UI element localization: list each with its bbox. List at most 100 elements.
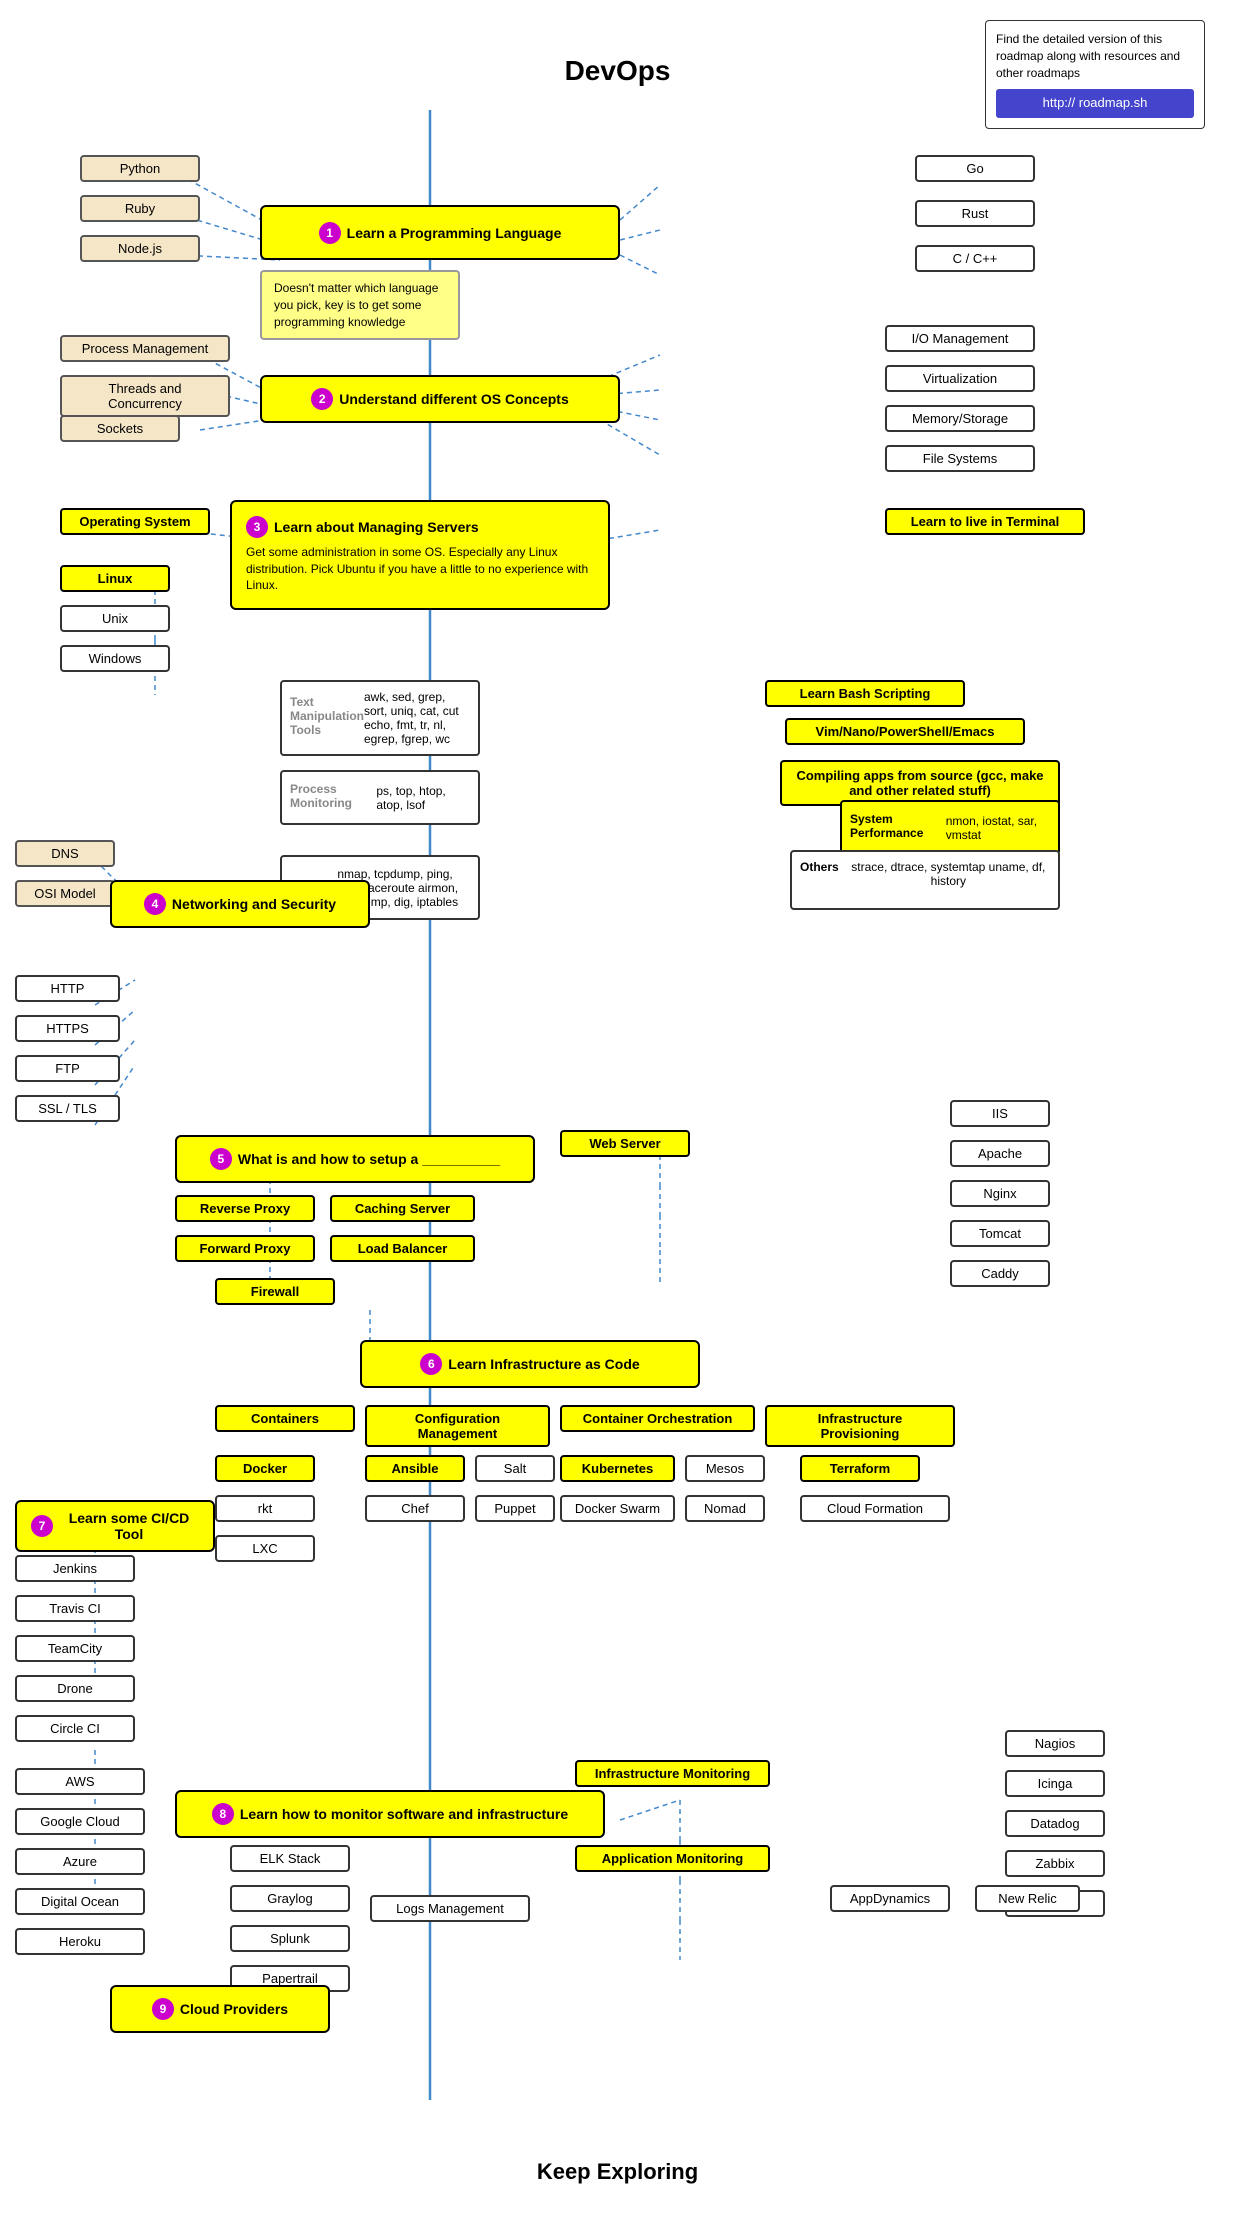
- iis-node: IIS: [950, 1100, 1050, 1127]
- s3-num: 3: [246, 516, 268, 538]
- s7-main: 7 Learn some CI/CD Tool: [15, 1500, 215, 1552]
- nodejs-node: Node.js: [80, 235, 200, 262]
- io-mgmt-node: I/O Management: [885, 325, 1035, 352]
- terminal-node: Learn to live in Terminal: [885, 508, 1085, 535]
- docker-node: Docker: [215, 1455, 315, 1482]
- docker-swarm-node: Docker Swarm: [560, 1495, 675, 1522]
- info-box-text: Find the detailed version of this roadma…: [996, 32, 1180, 80]
- s3-label: Learn about Managing Servers: [274, 519, 479, 535]
- s2-label: Understand different OS Concepts: [339, 391, 568, 407]
- s7-label: Learn some CI/CD Tool: [59, 1510, 199, 1542]
- rkt-node: rkt: [215, 1495, 315, 1522]
- s6-main: 6 Learn Infrastructure as Code: [360, 1340, 700, 1388]
- s8-main: 8 Learn how to monitor software and infr…: [175, 1790, 605, 1838]
- mesos-node: Mesos: [685, 1455, 765, 1482]
- s2-main: 2 Understand different OS Concepts: [260, 375, 620, 423]
- reverse-proxy-node: Reverse Proxy: [175, 1195, 315, 1222]
- s4-label: Networking and Security: [172, 896, 336, 912]
- others-sub: strace, dtrace, systemtap uname, df, his…: [847, 860, 1050, 888]
- google-cloud-node: Google Cloud: [15, 1808, 145, 1835]
- lxc-node: LXC: [215, 1535, 315, 1562]
- rust-node: Rust: [915, 200, 1035, 227]
- threads-node: Threads and Concurrency: [60, 375, 230, 417]
- s5-num: 5: [210, 1148, 232, 1170]
- s2-num: 2: [311, 388, 333, 410]
- vim-node: Vim/Nano/PowerShell/Emacs: [785, 718, 1025, 745]
- infra-monitoring-node: Infrastructure Monitoring: [575, 1760, 770, 1787]
- sockets-node: Sockets: [60, 415, 180, 442]
- digital-ocean-node: Digital Ocean: [15, 1888, 145, 1915]
- osi-node: OSI Model: [15, 880, 115, 907]
- s8-num: 8: [212, 1803, 234, 1825]
- s6-label: Learn Infrastructure as Code: [448, 1356, 639, 1372]
- page-title: DevOps: [565, 55, 671, 87]
- elk-stack-node: ELK Stack: [230, 1845, 350, 1872]
- proc-monitor-box: Process Monitoring ps, top, htop, atop, …: [280, 770, 480, 825]
- new-relic-node: New Relic: [975, 1885, 1080, 1912]
- sys-perf-box: System Performance nmon, iostat, sar, vm…: [840, 800, 1060, 855]
- sys-perf-title: System Performance: [850, 812, 946, 840]
- sys-perf-sub: nmon, iostat, sar, vmstat: [946, 814, 1050, 842]
- s9-label: Cloud Providers: [180, 2001, 288, 2017]
- zabbix-node: Zabbix: [1005, 1850, 1105, 1877]
- dns-node: DNS: [15, 840, 115, 867]
- caching-server-node: Caching Server: [330, 1195, 475, 1222]
- filesystems-node: File Systems: [885, 445, 1035, 472]
- heroku-node: Heroku: [15, 1928, 145, 1955]
- http-node: HTTP: [15, 975, 120, 1002]
- ssl-node: SSL / TLS: [15, 1095, 120, 1122]
- text-manip-box: Text Manipulation Tools awk, sed, grep, …: [280, 680, 480, 756]
- tomcat-node: Tomcat: [950, 1220, 1050, 1247]
- web-server-node: Web Server: [560, 1130, 690, 1157]
- s1-label: Learn a Programming Language: [347, 225, 562, 241]
- s5-label: What is and how to setup a __________: [238, 1151, 500, 1167]
- s5-main: 5 What is and how to setup a __________: [175, 1135, 535, 1183]
- text-manip-title: Text Manipulation Tools: [290, 695, 364, 737]
- ansible-node: Ansible: [365, 1455, 465, 1482]
- memory-node: Memory/Storage: [885, 405, 1035, 432]
- forward-proxy-node: Forward Proxy: [175, 1235, 315, 1262]
- drone-node: Drone: [15, 1675, 135, 1702]
- apache-node: Apache: [950, 1140, 1050, 1167]
- roadmap-container: DevOps Find the detailed version of this…: [0, 0, 1235, 2225]
- os-node: Operating System: [60, 508, 210, 535]
- container-orch-node: Container Orchestration: [560, 1405, 755, 1432]
- roadmap-url[interactable]: http:// roadmap.sh: [996, 89, 1194, 117]
- s1-main: 1 Learn a Programming Language: [260, 205, 620, 260]
- others-title: Others: [800, 860, 839, 874]
- aws-node: AWS: [15, 1768, 145, 1795]
- cpp-node: C / C++: [915, 245, 1035, 272]
- s3-main: 3 Learn about Managing Servers Get some …: [230, 500, 610, 610]
- s8-label: Learn how to monitor software and infras…: [240, 1806, 568, 1822]
- logs-mgmt-node: Logs Management: [370, 1895, 530, 1922]
- python-node: Python: [80, 155, 200, 182]
- puppet-node: Puppet: [475, 1495, 555, 1522]
- s6-num: 6: [420, 1353, 442, 1375]
- load-balancer-node: Load Balancer: [330, 1235, 475, 1262]
- linux-node: Linux: [60, 565, 170, 592]
- https-node: HTTPS: [15, 1015, 120, 1042]
- text-manip-sub: awk, sed, grep, sort, uniq, cat, cut ech…: [364, 690, 470, 746]
- virtualization-node: Virtualization: [885, 365, 1035, 392]
- info-box: Find the detailed version of this roadma…: [985, 20, 1205, 129]
- s1-num: 1: [319, 222, 341, 244]
- terraform-node: Terraform: [800, 1455, 920, 1482]
- teamcity-node: TeamCity: [15, 1635, 135, 1662]
- jenkins-node: Jenkins: [15, 1555, 135, 1582]
- travis-ci-node: Travis CI: [15, 1595, 135, 1622]
- s1-desc: Doesn't matter which language you pick, …: [260, 270, 460, 340]
- s4-num: 4: [144, 893, 166, 915]
- nagios-node: Nagios: [1005, 1730, 1105, 1757]
- containers-node: Containers: [215, 1405, 355, 1432]
- config-mgmt-node: Configuration Management: [365, 1405, 550, 1447]
- caddy-node: Caddy: [950, 1260, 1050, 1287]
- s9-main: 9 Cloud Providers: [110, 1985, 330, 2033]
- azure-node: Azure: [15, 1848, 145, 1875]
- s4-main: 4 Networking and Security: [110, 880, 370, 928]
- infra-prov-node: Infrastructure Provisioning: [765, 1405, 955, 1447]
- chef-node: Chef: [365, 1495, 465, 1522]
- proc-monitor-title: Process Monitoring: [290, 782, 376, 810]
- unix-node: Unix: [60, 605, 170, 632]
- go-node: Go: [915, 155, 1035, 182]
- s3-desc: Get some administration in some OS. Espe…: [246, 544, 594, 594]
